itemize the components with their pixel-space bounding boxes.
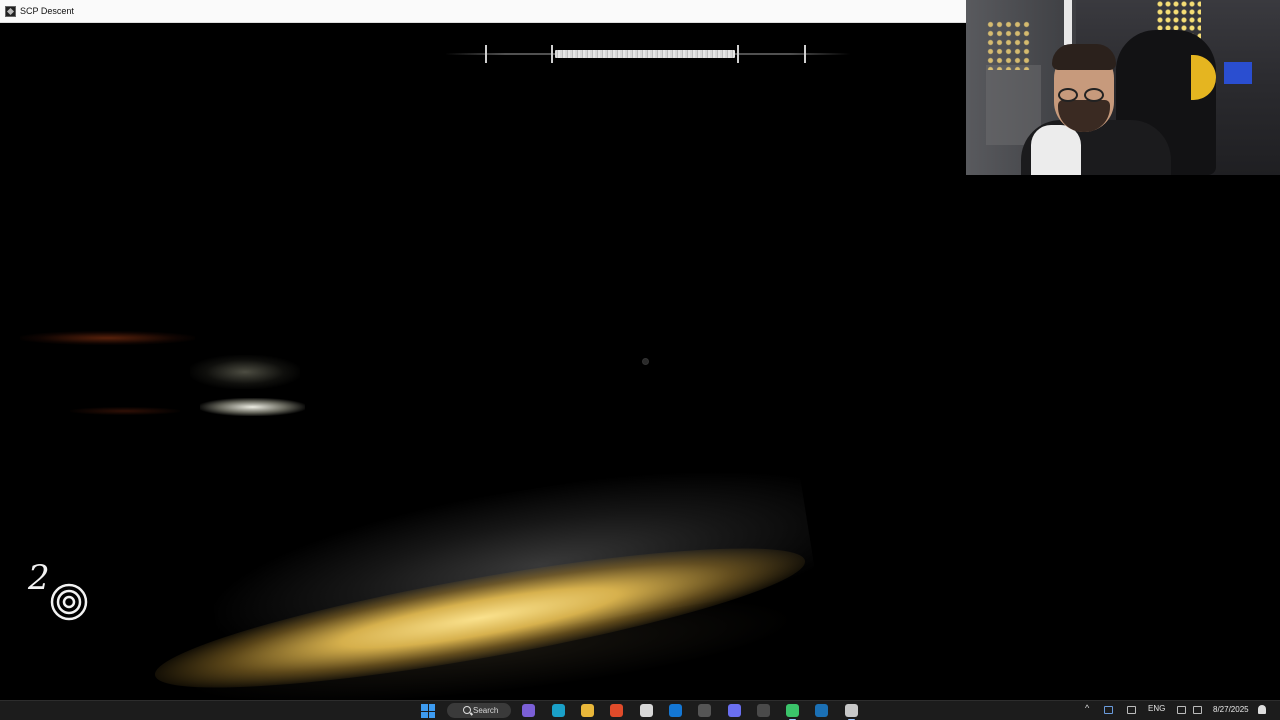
taskbar: Search ^ ENG 8/27/2025 (0, 700, 1280, 720)
taskbar-date[interactable]: 8/27/2025 (1213, 705, 1249, 714)
notepad-icon[interactable] (845, 704, 858, 720)
window-title: SCP Descent (20, 6, 74, 16)
distant-white-light (190, 355, 300, 389)
app-grid-icon[interactable] (640, 704, 653, 717)
compass-meter (445, 45, 850, 63)
keyboard-icon[interactable] (1127, 706, 1136, 714)
item-count: 2 (28, 558, 50, 598)
webcam-person-collar (1031, 125, 1081, 175)
volume-icon[interactable] (1193, 706, 1202, 714)
compass-tick (485, 45, 487, 63)
distant-red-light (20, 331, 195, 345)
steam-icon[interactable] (815, 704, 828, 717)
distant-red-light-lower (70, 407, 180, 415)
webcam-lamp (1064, 0, 1072, 45)
game-window[interactable]: SCP Descent 2 (0, 0, 966, 700)
android-icon[interactable] (786, 704, 799, 720)
notification-bell-icon[interactable] (1258, 705, 1266, 714)
chevron-up-icon[interactable]: ^ (1085, 703, 1089, 713)
discord-icon[interactable] (728, 704, 741, 717)
compass-tick (551, 45, 553, 63)
search-label: Search (473, 706, 499, 715)
edge-icon[interactable] (552, 704, 565, 717)
game-icon[interactable] (698, 704, 711, 717)
terminal-icon[interactable] (757, 704, 770, 717)
streamer-webcam (966, 0, 1280, 175)
compass-fill (555, 50, 735, 58)
webcam-person-hair (1052, 44, 1116, 70)
item-counter: 2 (26, 561, 96, 631)
search-icon (463, 706, 471, 714)
bluetooth-icon[interactable] (1104, 706, 1113, 714)
file-explorer-icon[interactable] (581, 704, 594, 717)
crosshair-dot (642, 358, 649, 365)
window-titlebar[interactable]: SCP Descent (0, 0, 966, 23)
start-icon[interactable] (421, 704, 435, 718)
webcam-person-glasses (1054, 88, 1114, 104)
language-indicator[interactable]: ENG (1148, 704, 1165, 713)
webcam-string-lights (986, 20, 1031, 70)
teams-icon[interactable] (522, 704, 535, 717)
compass-tick (737, 45, 739, 63)
taskbar-search[interactable]: Search (447, 703, 511, 718)
compass-tick (804, 45, 806, 63)
game-viewport[interactable]: 2 (0, 23, 966, 700)
scp-descent-app-icon (5, 5, 16, 17)
outlook-icon[interactable] (669, 704, 682, 717)
webcam-monitor-glow (1224, 62, 1252, 84)
brave-icon[interactable] (610, 704, 623, 717)
screen: SCP Descent 2 Search ^ ENG 8/27/2025 (0, 0, 1280, 720)
spiral-icon (50, 583, 88, 621)
network-icon[interactable] (1177, 706, 1186, 714)
distant-bright-light (200, 398, 305, 416)
